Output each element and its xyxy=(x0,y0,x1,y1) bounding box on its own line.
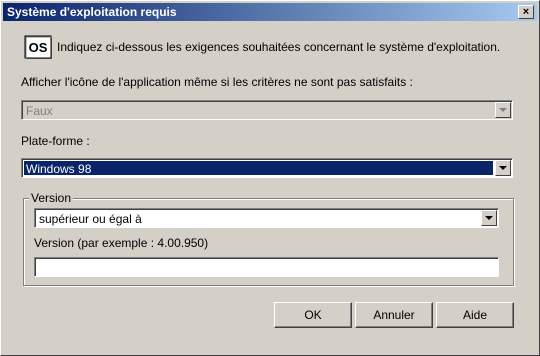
version-group-label: Version xyxy=(29,191,74,205)
platform-select[interactable]: Windows 98 xyxy=(21,158,513,178)
version-comparator-select[interactable]: supérieur ou égal à xyxy=(34,208,499,228)
show-icon-value: Faux xyxy=(26,104,53,118)
cancel-button[interactable]: Annuler xyxy=(355,302,433,328)
ok-button-label: OK xyxy=(304,308,322,322)
platform-value: Windows 98 xyxy=(26,162,92,176)
ok-button[interactable]: OK xyxy=(274,302,352,328)
header-description: Indiquez ci-dessous les exigences souhai… xyxy=(57,40,501,54)
title-bar[interactable]: Système d'exploitation requis × xyxy=(3,3,537,21)
close-button[interactable]: × xyxy=(518,5,534,19)
os-icon-label: OS xyxy=(29,40,48,55)
show-icon-label: Afficher l'icône de l'application même s… xyxy=(21,75,413,89)
version-field-label: Version (par exemple : 4.00.950) xyxy=(34,236,209,250)
show-icon-select[interactable]: Faux xyxy=(21,100,513,120)
dialog-title: Système d'exploitation requis xyxy=(7,5,177,19)
selection-highlight xyxy=(24,161,493,175)
help-button[interactable]: Aide xyxy=(436,302,514,328)
platform-label: Plate-forme : xyxy=(21,134,90,148)
version-comparator-value: supérieur ou égal à xyxy=(39,212,142,226)
help-button-label: Aide xyxy=(462,308,488,322)
chevron-down-icon[interactable] xyxy=(481,210,497,226)
version-input[interactable] xyxy=(34,257,499,277)
os-icon: OS xyxy=(24,35,52,59)
cancel-button-label: Annuler xyxy=(373,308,415,322)
chevron-down-icon[interactable] xyxy=(495,102,511,118)
chevron-down-icon[interactable] xyxy=(495,160,511,176)
